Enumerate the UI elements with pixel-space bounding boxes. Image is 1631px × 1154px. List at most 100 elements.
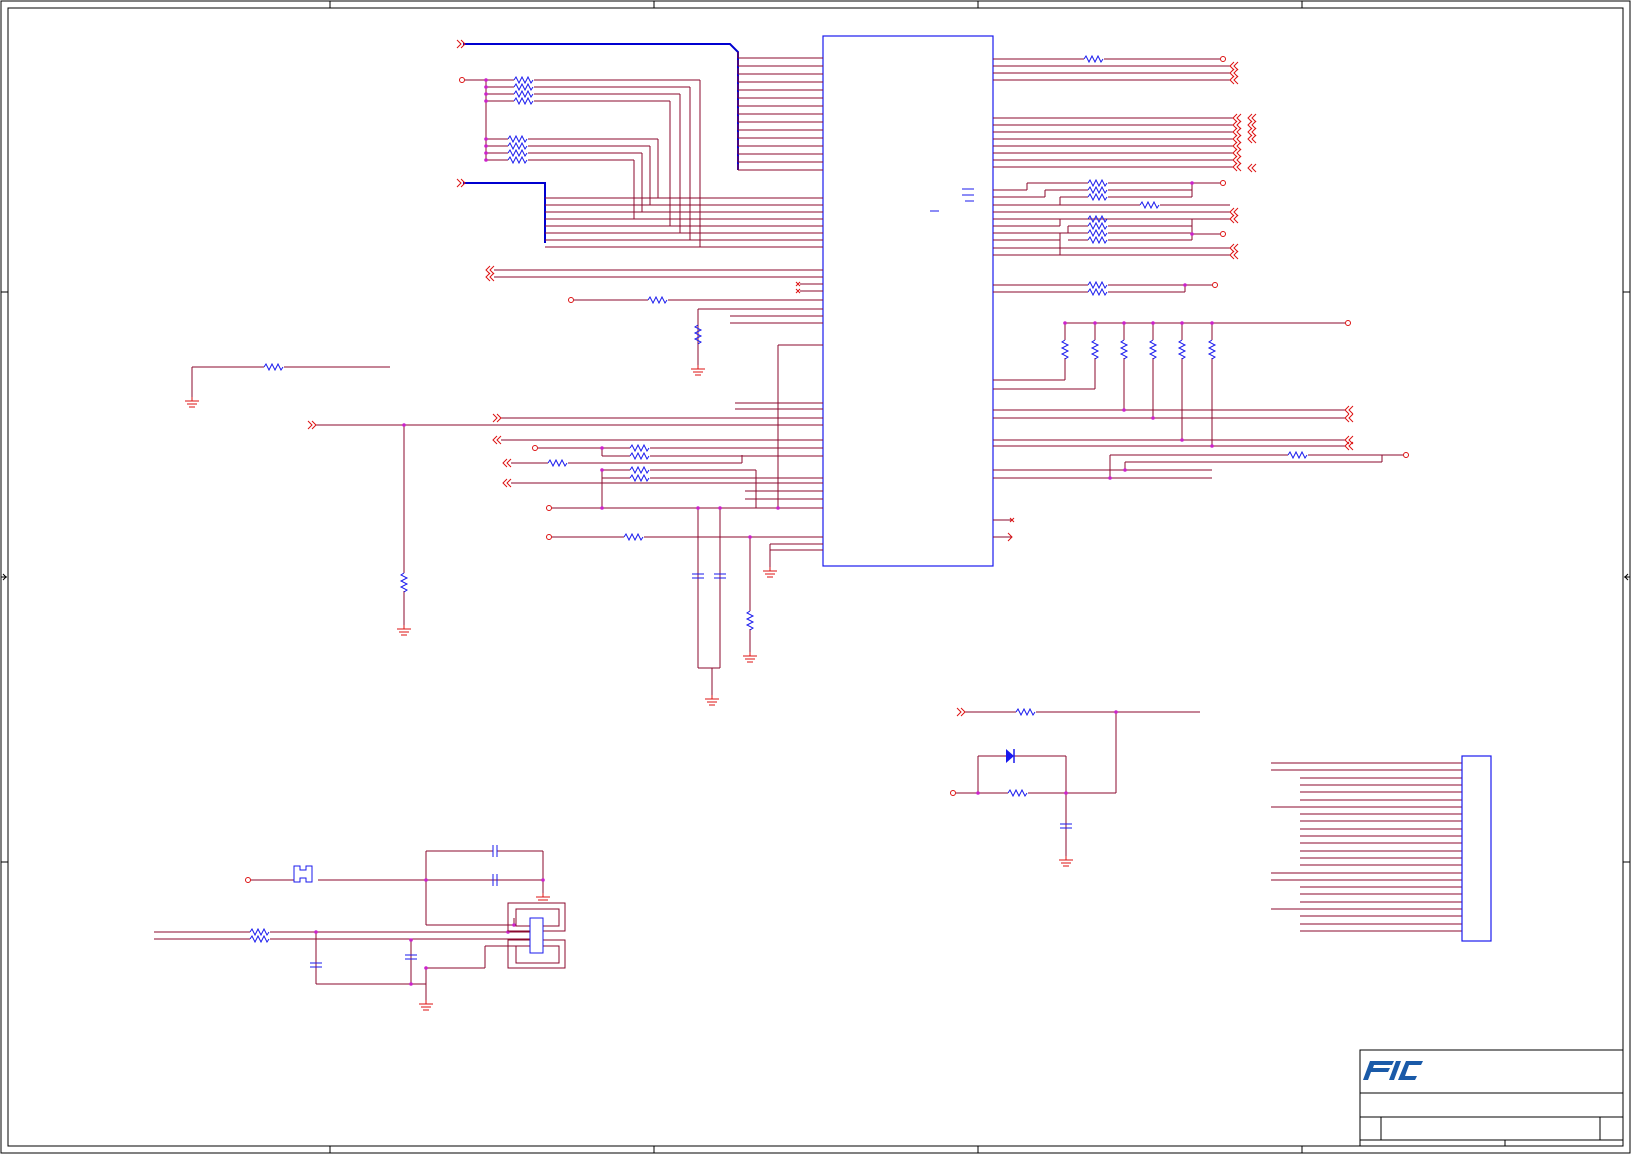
- port-out-arrow: [1229, 207, 1239, 217]
- junction-dot: [402, 423, 406, 427]
- junction-dot: [484, 137, 488, 141]
- resistor: [507, 141, 528, 151]
- resistor: [1207, 339, 1217, 360]
- resistor: [513, 82, 534, 92]
- resistor: [399, 572, 409, 593]
- resistor: [1177, 339, 1187, 360]
- port-in-arrow: [956, 707, 966, 717]
- diode-symbol: [1006, 749, 1015, 763]
- junction-dot: [484, 158, 488, 162]
- resistor: [547, 458, 568, 468]
- ic-pin-markers: [930, 188, 974, 212]
- port-out-arrow: [1229, 68, 1239, 78]
- main-ic-body[interactable]: [822, 35, 994, 567]
- ground-symbol: [185, 397, 199, 408]
- resistor: [629, 465, 650, 475]
- resistor: [1087, 280, 1108, 290]
- port-out-arrow: [1229, 214, 1239, 224]
- junction-dot: [1190, 232, 1194, 236]
- junction-dot: [1064, 791, 1068, 795]
- resistor: [1119, 339, 1129, 360]
- drawing-frame: [0, 0, 1631, 1154]
- junction-dot: [409, 938, 413, 942]
- resistor: [1148, 339, 1158, 360]
- ground-symbol: [743, 652, 757, 663]
- resistor: [1087, 228, 1108, 238]
- resistor: [507, 148, 528, 158]
- junction-dot: [484, 78, 488, 82]
- resistor: [1287, 450, 1308, 460]
- junction-dot: [1180, 321, 1184, 325]
- resistor: [1087, 221, 1108, 231]
- schematic-canvas: [0, 0, 1631, 1154]
- port-out-arrow: [492, 435, 502, 445]
- port-out-arrow: [1344, 413, 1354, 423]
- off-page-ports: [185, 39, 1409, 1011]
- resistor: [647, 295, 668, 305]
- no-connect: [795, 288, 801, 294]
- junction-dot: [424, 878, 428, 882]
- net-pin: [950, 790, 956, 796]
- resistor: [1087, 192, 1108, 202]
- port-out-arrow: [1229, 75, 1239, 85]
- junction-dot: [1210, 321, 1214, 325]
- resistor: [513, 89, 534, 99]
- net-pin: [1345, 320, 1351, 326]
- resistor: [1090, 339, 1100, 360]
- junction-dot: [409, 982, 413, 986]
- resistor: [629, 443, 650, 453]
- port-out-arrow: [1232, 113, 1242, 123]
- net-pin: [245, 877, 251, 883]
- port-out-arrow: [1247, 120, 1257, 130]
- port-out-arrow: [502, 458, 512, 468]
- net-pin: [1403, 452, 1409, 458]
- resistor: [249, 934, 270, 944]
- net-pin: [532, 445, 538, 451]
- junction-dot: [600, 446, 604, 450]
- capacitor: [492, 845, 498, 857]
- junction-dot: [1108, 476, 1112, 480]
- resistor: [1087, 235, 1108, 245]
- resistor: [629, 451, 650, 461]
- junction-dot: [600, 468, 604, 472]
- port-out-arrow: [1229, 250, 1239, 260]
- resistor: [1015, 707, 1036, 717]
- junction-dot: [424, 966, 428, 970]
- junction-dot: [1190, 181, 1194, 185]
- junction-dot: [484, 144, 488, 148]
- port-out-arrow: [502, 478, 512, 488]
- port-out-arrow: [1344, 405, 1354, 415]
- ground-symbol: [536, 893, 550, 904]
- resistor: [507, 155, 528, 165]
- port-out-arrow: [1247, 163, 1257, 173]
- resistor: [1139, 200, 1160, 210]
- port-out-arrow: [1232, 120, 1242, 130]
- junction-dot: [1151, 321, 1155, 325]
- junction-dot: [484, 92, 488, 96]
- net-pin: [1220, 56, 1226, 62]
- port-out-arrow: [1232, 134, 1242, 144]
- junction-dot: [600, 506, 604, 510]
- passive-components: [249, 54, 1308, 968]
- port-out-arrow: [1229, 61, 1239, 71]
- junction-dot: [484, 99, 488, 103]
- resistor: [263, 362, 284, 372]
- company-logo: [1363, 1061, 1423, 1080]
- fuse-symbol: [293, 865, 313, 883]
- resistor: [1060, 339, 1070, 360]
- port-out-arrow: [485, 265, 495, 275]
- junction-dot: [541, 878, 545, 882]
- port-out-arrow: [1232, 162, 1242, 172]
- port-out-arrow: [485, 272, 495, 282]
- schematic-sheet: [0, 0, 1631, 1154]
- junction-dot: [1123, 468, 1127, 472]
- port-out-arrow: [1247, 127, 1257, 137]
- net-pin: [546, 534, 552, 540]
- connector-header[interactable]: [1461, 755, 1492, 942]
- ground-symbol: [691, 365, 705, 376]
- resistor: [1083, 54, 1104, 64]
- junction-dot: [718, 506, 722, 510]
- junction-dot: [1122, 321, 1126, 325]
- port-out-arrow: [1232, 148, 1242, 158]
- junction-dot: [696, 506, 700, 510]
